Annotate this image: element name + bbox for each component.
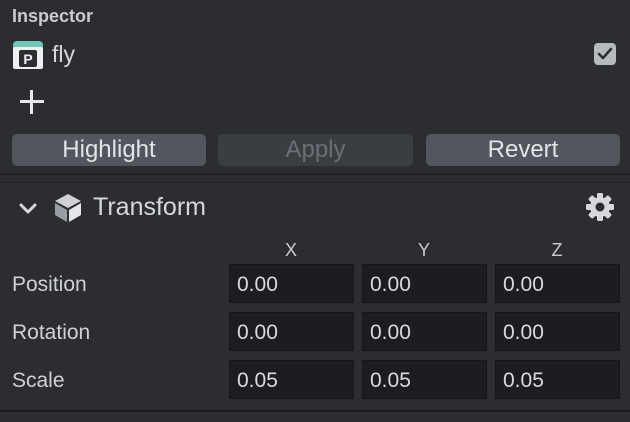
transform-cube-icon <box>55 194 81 222</box>
axis-y-label: Y <box>417 240 430 260</box>
chevron-down-icon[interactable] <box>18 198 38 218</box>
revert-button[interactable]: Revert <box>426 134 620 166</box>
rotation-z-field[interactable]: 0.00 <box>495 312 620 351</box>
position-z-field[interactable]: 0.00 <box>495 264 620 303</box>
scale-z-field[interactable]: 0.05 <box>495 360 620 399</box>
node-row: P fly <box>12 40 618 70</box>
axis-z-label: Z <box>551 240 563 260</box>
rotation-label: Rotation <box>12 321 91 344</box>
inspector-title: Inspector <box>12 6 94 26</box>
section-divider <box>0 410 630 412</box>
svg-text:P: P <box>23 51 32 67</box>
position-x-field[interactable]: 0.00 <box>229 264 354 303</box>
node-name: fly <box>52 41 75 67</box>
scale-x-field[interactable]: 0.05 <box>229 360 354 399</box>
prefab-icon: P <box>13 41 43 69</box>
apply-button[interactable]: Apply <box>218 134 413 166</box>
highlight-button[interactable]: Highlight <box>12 134 206 166</box>
add-component-button[interactable] <box>18 88 46 116</box>
transform-header[interactable]: Transform <box>0 186 630 230</box>
position-y-field[interactable]: 0.00 <box>362 264 487 303</box>
rotation-y-field[interactable]: 0.00 <box>362 312 487 351</box>
scale-y-field[interactable]: 0.05 <box>362 360 487 399</box>
gear-icon[interactable] <box>585 192 615 222</box>
section-divider <box>0 173 630 175</box>
node-active-checkbox[interactable] <box>594 43 616 65</box>
scale-label: Scale <box>12 369 65 392</box>
section-divider <box>0 182 630 183</box>
rotation-x-field[interactable]: 0.00 <box>229 312 354 351</box>
position-label: Position <box>12 273 87 296</box>
axis-x-label: X <box>284 240 297 260</box>
component-title: Transform <box>93 193 206 221</box>
